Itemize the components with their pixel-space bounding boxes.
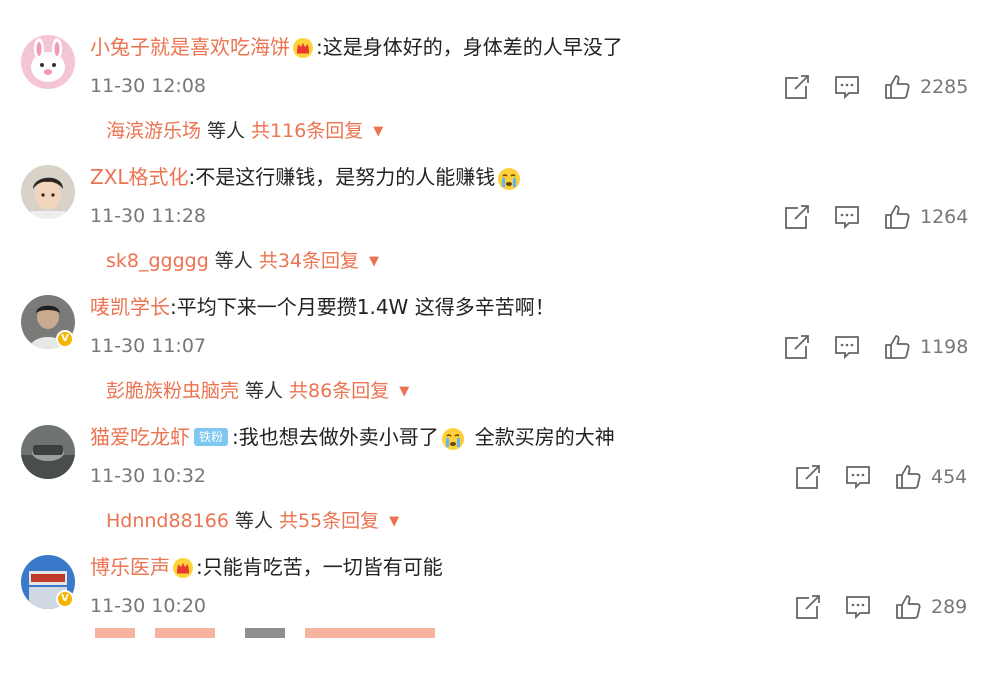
comment-actions: 1198 <box>782 332 968 362</box>
comment-username[interactable]: 唛凯学长 <box>90 293 170 321</box>
comment-icon[interactable] <box>843 592 873 622</box>
share-icon[interactable] <box>782 72 812 102</box>
comment-username[interactable]: 博乐医声 <box>90 553 170 581</box>
comment-actions: 454 <box>793 462 967 492</box>
like-count: 2285 <box>920 76 969 98</box>
dropdown-caret-icon[interactable]: ▼ <box>369 248 379 276</box>
crying-emoji-icon <box>497 167 521 191</box>
comment-line: 猫爱吃龙虾 铁粉 : 我也想去做外卖小哥了 全款买房的大神 <box>90 423 615 451</box>
comment-list: 小兔子就是喜欢吃海饼 : 这是身体好的，身体差的人早没了 11-30 12:08… <box>0 0 1000 638</box>
comment-actions: 1264 <box>782 202 968 232</box>
comment-text: 只能肯吃苦，一切皆有可能 <box>202 555 443 579</box>
reply-summary[interactable]: 海滨游乐场 等人 共116条回复 ▼ <box>106 117 383 145</box>
comment-time: 11-30 12:08 <box>90 75 207 97</box>
reply-summary[interactable]: sk8_ggggg 等人 共34条回复 ▼ <box>106 247 379 275</box>
like-count: 454 <box>931 466 968 488</box>
comment-time: 11-30 10:20 <box>90 595 207 617</box>
reply-others-label: 等人 <box>245 380 284 402</box>
reply-others-label: 等人 <box>234 510 273 532</box>
colon: : <box>196 555 203 579</box>
share-icon[interactable] <box>793 462 823 492</box>
comment-time: 11-30 10:32 <box>90 465 207 487</box>
like-icon[interactable] <box>893 592 923 622</box>
comment-item: 小兔子就是喜欢吃海饼 : 这是身体好的，身体差的人早没了 11-30 12:08… <box>0 35 1000 166</box>
dropdown-caret-icon[interactable]: ▼ <box>389 508 399 536</box>
colon: : <box>316 35 323 59</box>
comment-text: 这是身体好的，身体差的人早没了 <box>322 35 623 59</box>
dropdown-caret-icon[interactable]: ▼ <box>373 118 383 146</box>
like-icon[interactable] <box>893 462 923 492</box>
comment-time: 11-30 11:07 <box>90 335 207 357</box>
reply-count[interactable]: 共55条回复 <box>279 507 379 535</box>
comment-icon[interactable] <box>832 332 862 362</box>
comment-item: V 博乐医声 : 只能肯吃苦，一切皆有可能 11-30 10:20 289 <box>0 555 1000 686</box>
avatar[interactable] <box>21 165 75 219</box>
fan-badge: 铁粉 <box>194 428 229 446</box>
comment-time: 11-30 11:28 <box>90 205 207 227</box>
share-icon[interactable] <box>782 202 812 232</box>
like-icon[interactable] <box>882 72 912 102</box>
like-count: 1264 <box>920 206 969 228</box>
comment-icon[interactable] <box>843 462 873 492</box>
reply-count[interactable]: 共34条回复 <box>259 247 359 275</box>
crown-badge-icon <box>172 557 194 579</box>
comment-actions: 2285 <box>782 72 968 102</box>
like-icon[interactable] <box>882 202 912 232</box>
avatar[interactable] <box>21 425 75 479</box>
share-icon[interactable] <box>793 592 823 622</box>
comment-username[interactable]: 猫爱吃龙虾 <box>90 423 190 451</box>
like-count: 289 <box>931 596 968 618</box>
dropdown-caret-icon[interactable]: ▼ <box>399 378 409 406</box>
comment-text: 我也想去做外卖小哥了 <box>238 425 439 449</box>
comment-line: 小兔子就是喜欢吃海饼 : 这是身体好的，身体差的人早没了 <box>90 33 623 61</box>
colon: : <box>232 425 239 449</box>
comment-line: 唛凯学长 : 平均下来一个月要攒1.4W 这得多辛苦啊！ <box>90 293 555 321</box>
share-icon[interactable] <box>782 332 812 362</box>
crown-badge-icon <box>292 37 314 59</box>
like-count: 1198 <box>920 336 969 358</box>
cut-off-reply-summary <box>95 628 435 638</box>
reply-others-label: 等人 <box>214 250 253 272</box>
reply-username[interactable]: Hdnnd88166 <box>106 507 229 535</box>
comment-username[interactable]: ZXL格式化 <box>90 163 189 191</box>
comment-line: 博乐医声 : 只能肯吃苦，一切皆有可能 <box>90 553 443 581</box>
comment-username[interactable]: 小兔子就是喜欢吃海饼 <box>90 33 290 61</box>
comment-text: 平均下来一个月要攒1.4W 这得多辛苦啊！ <box>176 295 555 319</box>
reply-count[interactable]: 共116条回复 <box>251 117 363 145</box>
comment-line: ZXL格式化 : 不是这行赚钱，是努力的人能赚钱 <box>90 163 523 191</box>
comment-item: 猫爱吃龙虾 铁粉 : 我也想去做外卖小哥了 全款买房的大神 11-30 10:3… <box>0 425 1000 556</box>
verified-badge-icon: V <box>56 590 74 608</box>
comment-icon[interactable] <box>832 72 862 102</box>
reply-username[interactable]: 彭脆族粉虫脑壳 <box>106 377 239 405</box>
reply-summary[interactable]: 彭脆族粉虫脑壳 等人 共86条回复 ▼ <box>106 377 409 405</box>
reply-count[interactable]: 共86条回复 <box>289 377 389 405</box>
reply-summary[interactable]: Hdnnd88166 等人 共55条回复 ▼ <box>106 507 399 535</box>
verified-badge-icon: V <box>56 330 74 348</box>
comment-text: 不是这行赚钱，是努力的人能赚钱 <box>195 165 496 189</box>
avatar[interactable] <box>21 35 75 89</box>
colon: : <box>170 295 177 319</box>
comment-actions: 289 <box>793 592 967 622</box>
comment-item: ZXL格式化 : 不是这行赚钱，是努力的人能赚钱 11-30 11:28 126… <box>0 165 1000 296</box>
comment-item: V 唛凯学长 : 平均下来一个月要攒1.4W 这得多辛苦啊！ 11-30 11:… <box>0 295 1000 426</box>
like-icon[interactable] <box>882 332 912 362</box>
colon: : <box>188 165 196 189</box>
reply-others-label: 等人 <box>207 120 246 142</box>
comment-text: 全款买房的大神 <box>474 425 615 449</box>
reply-username[interactable]: sk8_ggggg <box>106 247 209 275</box>
comment-icon[interactable] <box>832 202 862 232</box>
crying-emoji-icon <box>441 427 465 451</box>
reply-username[interactable]: 海滨游乐场 <box>106 117 201 145</box>
